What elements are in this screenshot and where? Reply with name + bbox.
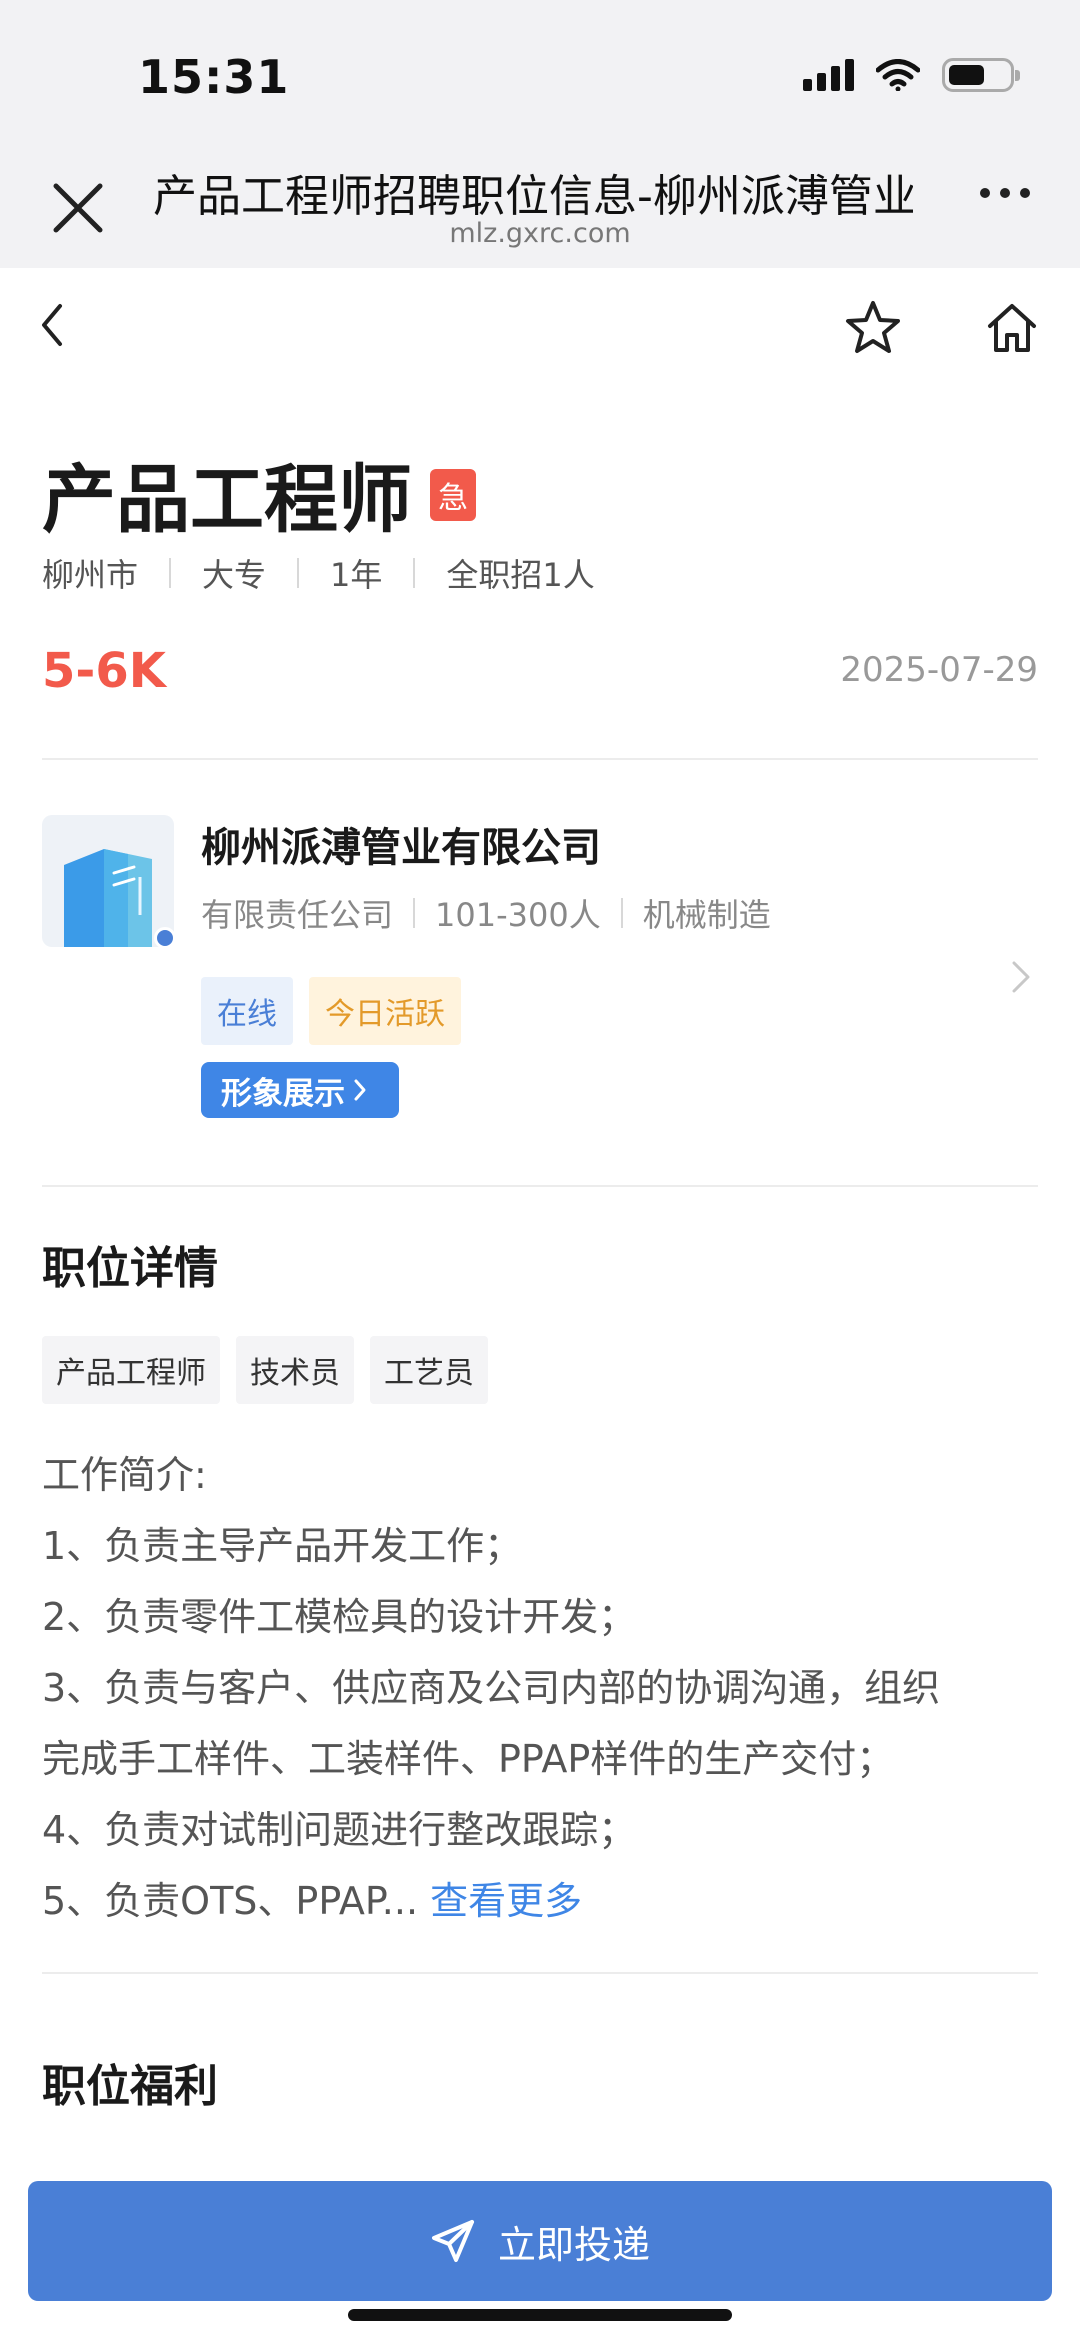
status-icons [803, 58, 1020, 92]
showcase-label: 形象展示 [221, 1075, 345, 1112]
job-description: 工作简介: 1、负责主导产品开发工作； 2、负责零件工模检具的设计开发； 3、负… [42, 1440, 1042, 1937]
more-options-icon[interactable] [980, 188, 1030, 198]
building-icon [64, 849, 152, 947]
benefits-title: 职位福利 [42, 2061, 218, 2112]
job-experience: 1年 [330, 556, 383, 594]
cellular-signal-icon [803, 59, 854, 91]
divider [42, 1185, 1038, 1187]
send-paper-plane-icon [431, 2220, 474, 2262]
company-industry: 机械制造 [642, 896, 771, 934]
favorite-star-icon[interactable] [843, 298, 903, 358]
see-more-link[interactable]: 查看更多 [430, 1879, 582, 1923]
salary: 5-6K [42, 643, 166, 699]
skill-tag: 工艺员 [370, 1336, 488, 1404]
chevron-right-icon [354, 1079, 366, 1101]
description-line: 2、负责零件工模检具的设计开发； [42, 1595, 637, 1639]
online-tag: 在线 [201, 977, 293, 1045]
divider [42, 758, 1038, 760]
description-line: 完成手工样件、工装样件、PPAP样件的生产交付； [42, 1737, 895, 1781]
chevron-right-icon[interactable] [1008, 957, 1034, 997]
skill-tags: 产品工程师 技术员 工艺员 [42, 1336, 488, 1404]
active-today-tag: 今日活跃 [309, 977, 461, 1045]
job-details-title: 职位详情 [42, 1243, 218, 1294]
description-line: 工作简介: [42, 1453, 207, 1497]
company-logo[interactable] [42, 815, 176, 949]
company-status-tags: 在线 今日活跃 [201, 977, 461, 1045]
wifi-icon [876, 59, 920, 91]
job-title: 产品工程师 [42, 457, 412, 543]
job-type-headcount: 全职招1人 [446, 556, 595, 594]
battery-icon [942, 58, 1020, 92]
divider [42, 1972, 1038, 1974]
post-date: 2025-07-29 [840, 650, 1038, 690]
job-title-row: 产品工程师 急 [42, 440, 476, 547]
apply-now-button[interactable]: 立即投递 [28, 2181, 1052, 2301]
back-arrow-icon[interactable] [34, 298, 74, 352]
browser-page-title: 产品工程师招聘职位信息-柳州派溥管业有限公司 [153, 171, 913, 222]
description-line: 1、负责主导产品开发工作； [42, 1524, 523, 1568]
home-icon[interactable] [982, 298, 1042, 358]
company-type: 有限责任公司 [201, 896, 394, 934]
company-name[interactable]: 柳州派溥管业有限公司 [201, 815, 601, 873]
skill-tag: 产品工程师 [42, 1336, 220, 1404]
online-dot [154, 927, 176, 949]
home-indicator [348, 2309, 732, 2321]
browser-domain: mlz.gxrc.com [449, 218, 631, 249]
job-location: 柳州市 [42, 556, 139, 594]
urgent-badge: 急 [430, 468, 476, 521]
browser-header: 15:31 产品工程师招聘职位信息-柳州派溥管业有限公司 mlz.gxrc.co… [0, 0, 1080, 268]
description-line: 3、负责与客户、供应商及公司内部的协调沟通，组织 [42, 1666, 941, 1710]
description-last-line: 5、负责OTS、PPAP... 查看更多 [42, 1866, 1042, 1937]
job-education: 大专 [202, 556, 267, 594]
job-meta: 柳州市 大专 1年 全职招1人 [42, 550, 595, 596]
company-meta: 有限责任公司 101-300人 机械制造 [201, 890, 771, 936]
description-truncated-text: 5、负责OTS、PPAP... [42, 1879, 431, 1923]
status-time: 15:31 [138, 50, 290, 104]
apply-now-label: 立即投递 [497, 2222, 650, 2267]
company-size: 101-300人 [435, 896, 601, 934]
skill-tag: 技术员 [236, 1336, 354, 1404]
company-showcase-button[interactable]: 形象展示 [201, 1062, 399, 1118]
description-line: 4、负责对试制问题进行整改跟踪； [42, 1808, 637, 1852]
